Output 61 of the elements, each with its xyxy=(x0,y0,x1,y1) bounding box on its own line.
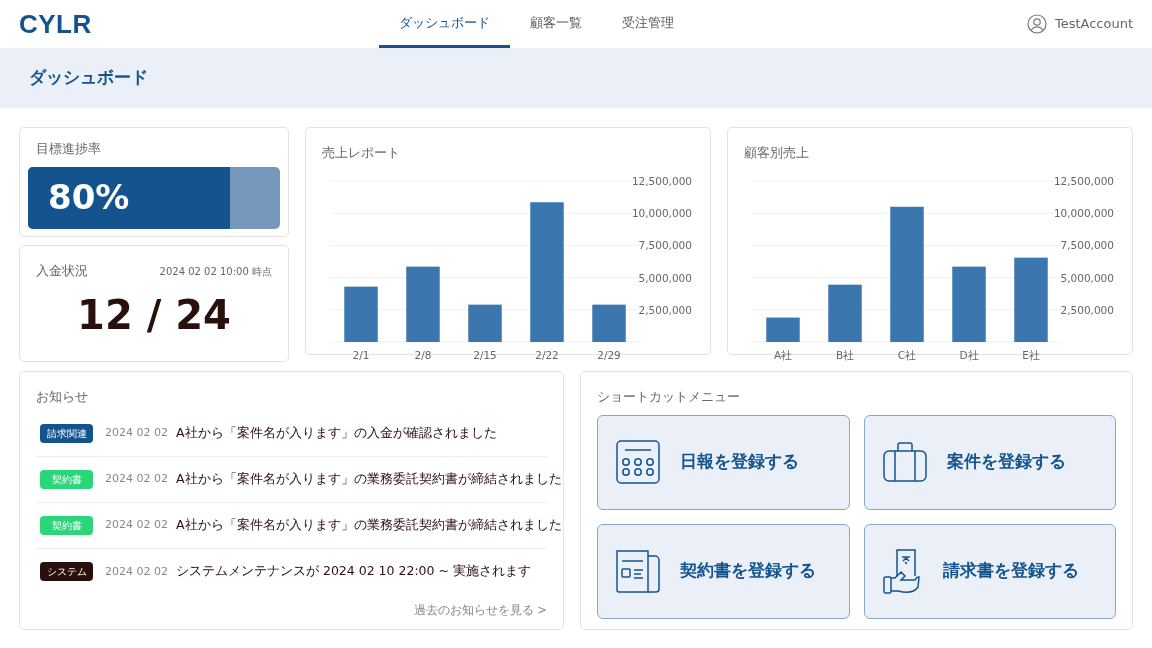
card-title: ショートカットメニュー xyxy=(597,388,741,406)
notice-text[interactable]: A社から「案件名が入ります」の入金が確認されました xyxy=(176,423,497,443)
chart-bar xyxy=(828,284,862,342)
category-tag: システム xyxy=(40,562,93,582)
x-axis-label: 2/1 xyxy=(352,348,370,361)
notice-date: 2024 02 02 xyxy=(105,517,168,533)
y-tick-label: 5,000,000 xyxy=(638,271,692,284)
y-tick-label: 2,500,000 xyxy=(638,303,692,316)
category-tag: 契約書 xyxy=(40,515,93,535)
payment-count: 12 / 24 xyxy=(77,291,231,338)
notice-text[interactable]: システムメンテナンスが 2024 02 10 22:00 ~ 実施されます xyxy=(176,562,531,582)
card-title: 売上レポート xyxy=(322,144,401,162)
chart-bar xyxy=(592,304,626,342)
card-title: 顧客別売上 xyxy=(744,144,810,162)
notice-text[interactable]: A社から「案件名が入ります」の業務委託契約書が締結されました xyxy=(176,515,562,535)
x-axis-label: 2/8 xyxy=(414,348,432,361)
y-tick-label: 2,500,000 xyxy=(1060,303,1114,316)
x-axis-label: 2/22 xyxy=(535,348,559,361)
notice-date: 2024 02 02 xyxy=(105,425,168,441)
brand-logo[interactable]: CYLR xyxy=(19,4,319,44)
category-tag: 契約書 xyxy=(40,469,93,489)
y-tick-label: 5,000,000 xyxy=(1060,271,1114,284)
card-title: 入金状況 xyxy=(36,262,88,280)
timestamp: 2024 02 02 10:00 時点 xyxy=(159,264,272,279)
past-notices-link[interactable]: 過去のお知らせを見る > xyxy=(413,603,547,617)
calendar-icon xyxy=(616,440,660,485)
nav-tab[interactable]: 受注管理 xyxy=(601,0,694,48)
document-icon xyxy=(616,549,660,594)
x-axis-label: A社 xyxy=(773,348,793,361)
category-tag: 請求関連 xyxy=(40,423,93,443)
x-axis-label: C社 xyxy=(897,348,917,361)
user-name[interactable]: TestAccount xyxy=(1054,14,1133,34)
notice-text[interactable]: A社から「案件名が入ります」の業務委託契約書が締結されました xyxy=(176,469,562,489)
x-axis-label: B社 xyxy=(835,348,855,361)
y-tick-label: 7,500,000 xyxy=(638,239,692,252)
y-tick-label: 12,500,000 xyxy=(631,174,692,187)
chart-bar xyxy=(344,286,378,342)
nav-tab[interactable]: 顧客一覧 xyxy=(509,0,602,48)
card-title: お知らせ xyxy=(36,388,89,406)
x-axis-label: E社 xyxy=(1022,348,1040,361)
notice-date: 2024 02 02 xyxy=(105,563,168,580)
y-tick-label: 7,500,000 xyxy=(1060,239,1114,252)
x-axis-label: 2/15 xyxy=(473,348,497,361)
y-tick-label: 10,000,000 xyxy=(631,206,692,219)
user-avatar-icon[interactable] xyxy=(1026,14,1047,34)
shortcut-button[interactable]: 日報を登録する xyxy=(597,414,850,510)
hand-holding-bill-icon xyxy=(882,548,923,595)
y-tick-label: 10,000,000 xyxy=(1053,206,1114,219)
briefcase-icon xyxy=(882,442,927,483)
shortcut-button[interactable]: 契約書を登録する xyxy=(597,523,850,619)
y-tick-label: 12,500,000 xyxy=(1053,174,1114,187)
chart-bar xyxy=(468,304,502,342)
x-axis-label: 2/29 xyxy=(597,348,621,361)
x-axis-label: D社 xyxy=(959,348,979,361)
progress-reading: 80% xyxy=(48,176,130,220)
notice-date: 2024 02 02 xyxy=(105,471,168,487)
shortcut-button[interactable]: 案件を登録する xyxy=(863,414,1116,510)
page-title: ダッシュボード xyxy=(29,66,148,90)
chart-bar xyxy=(766,317,800,342)
shortcut-button[interactable]: 請求書を登録する xyxy=(863,523,1116,619)
card-title: 目標進捗率 xyxy=(35,140,102,158)
